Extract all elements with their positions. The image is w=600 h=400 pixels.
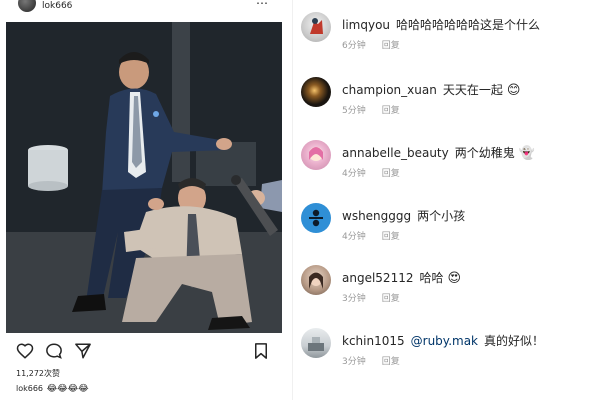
comment-text: 天天在一起 (442, 83, 503, 97)
comment-username[interactable]: wshengggg (342, 209, 411, 223)
comment-time: 6分钟 (342, 41, 366, 51)
reply-button[interactable]: 回复 (382, 106, 400, 116)
comment-username[interactable]: angel52112 (342, 271, 413, 285)
comment-text: 真的好似！ (484, 334, 545, 348)
ghost-emoji-icon: 👻 (518, 146, 535, 161)
caption-username[interactable]: lok666 (16, 384, 43, 393)
comment-item: limqyou 哈哈哈哈哈哈哈这是个什么 6分钟 回复 (301, 12, 596, 56)
comment-time: 4分钟 (342, 169, 366, 179)
comment-time: 4分钟 (342, 232, 366, 242)
comment-item: annabelle_beauty 两个幼稚鬼 👻 4分钟 回复 (301, 140, 596, 184)
like-count[interactable]: 11,272次赞 (16, 368, 60, 379)
more-options-icon[interactable]: ⋯ (256, 0, 268, 10)
comment-username[interactable]: annabelle_beauty (342, 146, 449, 160)
mention-link[interactable]: @ruby.mak (411, 334, 478, 348)
heart-icon[interactable] (16, 342, 34, 360)
comment-time: 3分钟 (342, 357, 366, 367)
comment-item: wshengggg 两个小孩 4分钟 回复 (301, 203, 596, 247)
reply-button[interactable]: 回复 (382, 232, 400, 242)
comment-text: 哈哈 (419, 271, 444, 285)
reply-button[interactable]: 回复 (382, 169, 400, 179)
avatar[interactable] (301, 328, 331, 358)
avatar[interactable] (301, 140, 331, 170)
bookmark-icon[interactable] (252, 342, 270, 360)
action-bar (0, 342, 282, 360)
avatar[interactable] (301, 12, 331, 42)
reply-button[interactable]: 回复 (382, 41, 400, 51)
comment-text: 两个小孩 (417, 209, 466, 223)
comment-time: 5分钟 (342, 106, 366, 116)
comment-item: champion_xuan 天天在一起 😊 5分钟 回复 (301, 77, 596, 121)
avatar[interactable] (301, 265, 331, 295)
post-photo (6, 22, 282, 333)
divider (292, 0, 293, 400)
post-username[interactable]: lok666 (42, 1, 72, 11)
share-icon[interactable] (74, 342, 92, 360)
smile-emoji-icon: 😊 (506, 83, 521, 98)
reply-button[interactable]: 回复 (382, 294, 400, 304)
avatar[interactable] (301, 203, 331, 233)
comment-time: 3分钟 (342, 294, 366, 304)
avatar[interactable] (301, 77, 331, 107)
comment-text: 哈哈哈哈哈哈哈这是个什么 (396, 18, 541, 32)
comment-item: angel52112 哈哈 😍 3分钟 回复 (301, 265, 596, 309)
comment-username[interactable]: limqyou (342, 18, 390, 32)
comment-item: kchin1015 @ruby.mak 真的好似！ 3分钟 回复 (301, 328, 596, 372)
heart-eyes-emoji-icon: 😍 (447, 271, 462, 286)
comment-username[interactable]: kchin1015 (342, 334, 405, 348)
comment-username[interactable]: champion_xuan (342, 83, 437, 97)
comment-text: 两个幼稚鬼 (454, 146, 515, 160)
post-caption: lok666 😂😂😂😂 (16, 384, 89, 394)
caption-text: 😂😂😂😂 (46, 384, 89, 394)
comment-icon[interactable] (45, 342, 63, 360)
reply-button[interactable]: 回复 (382, 357, 400, 367)
post-header: lok666 ⋯ (0, 0, 282, 14)
photo-scene (6, 22, 282, 333)
avatar[interactable] (18, 0, 36, 12)
